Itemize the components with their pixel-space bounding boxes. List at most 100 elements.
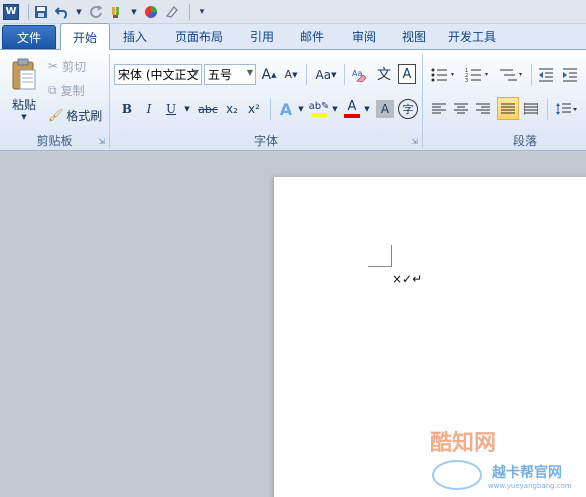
watermark-logo-icon: [432, 460, 482, 490]
brush-icon[interactable]: [109, 4, 125, 20]
paste-dropdown-icon: ▼: [21, 112, 27, 121]
increase-indent-icon: [563, 68, 577, 82]
phonetic-guide-button[interactable]: 文: [374, 62, 394, 86]
paragraph-group: 123 段落: [423, 50, 586, 151]
superscript-button[interactable]: x²: [244, 98, 264, 120]
text-effects-button[interactable]: A: [276, 98, 296, 120]
font-separator-3: [270, 98, 271, 120]
paste-label: 粘贴: [11, 97, 36, 112]
format-painter-label: 格式刷: [66, 108, 103, 123]
bold-button[interactable]: B: [118, 98, 136, 120]
char-border-button[interactable]: A: [398, 64, 416, 84]
italic-button[interactable]: I: [140, 98, 158, 120]
brush-dropdown-icon[interactable]: ▼: [130, 4, 138, 20]
bullets-button[interactable]: [429, 64, 459, 86]
enclose-char-icon: 字: [402, 103, 414, 116]
cut-button[interactable]: ✂ 剪切: [48, 56, 86, 76]
color-wheel-icon[interactable]: [143, 4, 159, 20]
tab-developer[interactable]: 开发工具: [438, 23, 506, 49]
save-icon[interactable]: [33, 4, 49, 20]
undo-dropdown-icon[interactable]: ▼: [75, 4, 83, 20]
tab-page-layout[interactable]: 页面布局: [160, 23, 238, 49]
subscript-button[interactable]: x₂: [222, 98, 242, 120]
paste-button[interactable]: 粘贴 ▼: [4, 52, 44, 126]
enclose-char-button[interactable]: 字: [398, 99, 418, 119]
change-case-button[interactable]: Aa ▼: [312, 64, 340, 85]
document-text[interactable]: ×✓↵: [392, 272, 422, 286]
align-right-icon: [476, 103, 490, 114]
clear-format-button[interactable]: Aa: [350, 64, 370, 85]
char-border-icon: A: [402, 66, 412, 82]
watermark-url: www.yueyangbang.com: [488, 482, 572, 490]
highlighter-icon: ab✎: [308, 101, 330, 112]
font-size-combo[interactable]: 五号 ▼: [204, 64, 256, 85]
tab-insert[interactable]: 插入: [110, 23, 160, 49]
highlight-button[interactable]: ab✎: [308, 98, 330, 120]
line-spacing-button[interactable]: [553, 98, 581, 120]
tab-view[interactable]: 视图: [390, 23, 438, 49]
multilevel-list-icon: [500, 69, 522, 81]
underline-dropdown-icon[interactable]: ▼: [182, 98, 192, 120]
font-separator-2: [344, 64, 345, 85]
font-name-combo[interactable]: 宋体 (中文正文 ▼: [114, 64, 202, 85]
justify-button[interactable]: [497, 97, 519, 120]
font-group: 宋体 (中文正文 ▼ 五号 ▼ A ▲ A ▼ Aa ▼ Aa 文 A B I U ▼…: [110, 50, 422, 151]
font-name-value: 宋体 (中文正文: [118, 68, 199, 82]
paragraph-separator-2: [547, 98, 548, 120]
chevron-down-icon: ▼: [246, 68, 253, 77]
numbering-icon: 123: [465, 68, 488, 83]
align-center-icon: [454, 103, 468, 114]
watermark-logo-text: 越卡帮官网: [492, 465, 562, 481]
font-color-dropdown-icon[interactable]: ▼: [362, 98, 372, 120]
undo-icon[interactable]: [54, 4, 70, 20]
clipboard-launcher-icon[interactable]: ⇲: [98, 137, 105, 146]
copy-label: 复制: [60, 83, 85, 98]
font-color-button[interactable]: A: [342, 98, 362, 120]
ribbon-tabs: 文件 开始 插入 页面布局 引用 邮件 审阅 视图 开发工具: [0, 23, 586, 50]
scissors-icon: ✂: [48, 59, 59, 73]
align-center-button[interactable]: [451, 98, 471, 120]
font-size-value: 五号: [208, 68, 233, 82]
watermark-site-name: 酷知网: [430, 431, 497, 456]
bullets-icon: [431, 68, 454, 82]
word-app-icon[interactable]: W: [3, 3, 19, 20]
decrease-indent-button[interactable]: [536, 64, 556, 86]
tab-mailings[interactable]: 邮件: [286, 23, 338, 49]
quick-access-toolbar: W ▼ ▼ ▾: [0, 0, 586, 24]
clipboard-group: 粘贴 ▼ ✂ 剪切 ⧉ 复制 🖌 格式刷 剪贴板 ⇲: [0, 50, 109, 151]
distributed-button[interactable]: [521, 98, 541, 120]
font-color-swatch: [344, 114, 360, 118]
format-painter-button[interactable]: 🖌 格式刷: [48, 105, 102, 125]
tab-home[interactable]: 开始: [60, 23, 110, 50]
font-color-icon: A: [347, 99, 357, 114]
text-effects-dropdown-icon[interactable]: ▼: [296, 98, 306, 120]
multilevel-list-button[interactable]: [497, 64, 527, 86]
redo-icon[interactable]: [88, 4, 104, 20]
char-shading-button[interactable]: A: [376, 100, 394, 118]
font-group-label: 字体: [253, 134, 278, 148]
shrink-font-button[interactable]: A ▼: [282, 64, 300, 85]
copy-button[interactable]: ⧉ 复制: [48, 80, 85, 100]
document-workspace[interactable]: ×✓↵: [0, 152, 586, 497]
tab-references[interactable]: 引用: [238, 23, 286, 49]
phonetic-guide-icon: 文: [377, 67, 391, 83]
clear-format-icon: Aa: [352, 69, 367, 82]
font-launcher-icon[interactable]: ⇲: [411, 137, 418, 146]
align-right-button[interactable]: [473, 98, 493, 120]
numbering-button[interactable]: 123: [463, 64, 493, 86]
svg-text:3: 3: [465, 78, 468, 83]
eraser-icon[interactable]: [164, 4, 180, 20]
tab-review[interactable]: 审阅: [338, 23, 390, 49]
tab-file[interactable]: 文件: [2, 25, 56, 49]
grow-font-button[interactable]: A ▲: [260, 64, 278, 85]
distributed-icon: [524, 103, 538, 115]
increase-indent-button[interactable]: [560, 64, 580, 86]
paragraph-group-label: 段落: [513, 134, 538, 148]
justify-icon: [501, 103, 515, 113]
customize-qat-icon[interactable]: ▾: [194, 4, 210, 20]
highlight-dropdown-icon[interactable]: ▼: [330, 98, 340, 120]
strikethrough-button[interactable]: abc: [196, 98, 220, 120]
underline-button[interactable]: U: [162, 98, 180, 120]
align-left-button[interactable]: [429, 98, 449, 120]
ribbon-home: 粘贴 ▼ ✂ 剪切 ⧉ 复制 🖌 格式刷 剪贴板 ⇲ 宋体 (中文正文 ▼ 五号…: [0, 50, 586, 151]
